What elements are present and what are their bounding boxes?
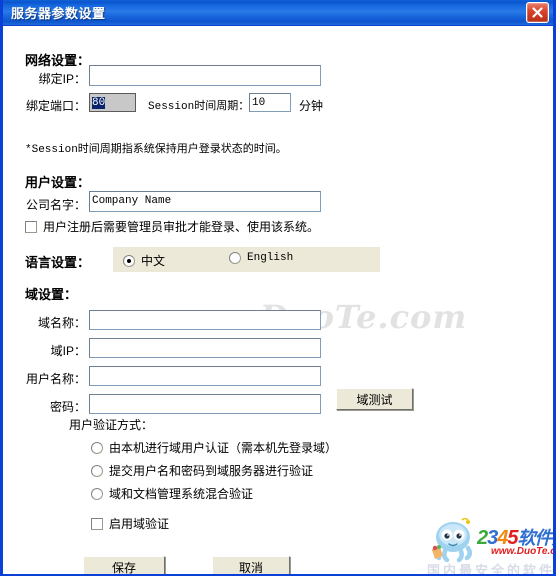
brand-cn-text: 软件大全 [517,528,554,548]
domain-ip-input[interactable] [89,338,321,358]
cancel-button[interactable]: 取消 [212,556,290,574]
auth-option-mixed-label: 域和文档管理系统混合验证 [109,487,254,501]
language-settings-heading: 语言设置： [25,255,91,270]
network-settings-heading: 网络设置： [25,53,91,68]
auth-method-heading: 用户验证方式： [69,418,154,432]
language-option-english[interactable]: English [229,252,293,264]
domain-ip-label: 域IP： [50,344,86,358]
auth-option-local-label: 由本机进行域用户认证（需本机先登录域） [109,441,338,455]
brand-url-text: www.DuoTe.com [491,546,553,557]
close-button[interactable] [526,2,549,23]
language-option-english-label: English [247,252,294,264]
auth-option-server-label: 提交用户名和密码到域服务器进行验证 [109,464,314,478]
bind-ip-label: 绑定IP： [38,72,86,86]
domain-username-label: 用户名称： [25,372,86,386]
bind-port-label: 绑定端口： [25,99,86,113]
language-option-chinese[interactable]: 中文 [123,252,165,269]
domain-settings-heading: 域设置： [25,287,78,302]
auth-option-mixed[interactable]: 域和文档管理系统混合验证 [91,485,253,502]
brand-digit-2: 2 [477,527,488,549]
language-option-chinese-label: 中文 [141,254,166,268]
window-title: 服务器参数设置 [11,6,106,21]
session-period-input[interactable]: 10 [249,93,291,112]
session-period-label: Session时间周期： [148,101,250,113]
company-name-input[interactable]: Company Name [89,191,321,212]
auth-option-local[interactable]: 由本机进行域用户认证（需本机先登录域） [91,439,337,456]
duote-logo-watermark: 2345软件大全 www.DuoTe.com 国内最安全的软件站 [427,517,554,574]
radio-icon [123,254,135,267]
domain-test-button[interactable]: 域测试 [336,388,413,410]
enable-domain-auth-label: 启用域验证 [109,517,170,531]
domain-password-label: 密码： [49,400,86,414]
auth-option-server[interactable]: 提交用户名和密码到域服务器进行验证 [91,462,313,479]
radio-icon [91,464,103,477]
enable-domain-auth-checkbox[interactable]: 启用域验证 [91,515,169,532]
dialog-body: www.DuoTe.com 网络设置： 绑定IP： 绑定端口： 80 Sessi… [3,26,553,574]
session-note: *Session时间周期指系统保持用户登录状态的时间。 [25,144,287,156]
domain-username-input[interactable] [89,366,321,386]
user-settings-heading: 用户设置： [25,175,91,190]
bind-port-selected-text: 80 [92,97,106,109]
checkbox-icon [91,517,103,530]
radio-icon [91,441,103,454]
bind-port-input[interactable]: 80 [89,93,136,112]
bind-ip-input[interactable] [89,65,321,86]
checkbox-icon [25,220,37,233]
domain-password-input[interactable] [89,394,321,414]
domain-name-input[interactable] [89,310,321,330]
brand-slogan-text: 国内最安全的软件站 [427,563,553,574]
domain-name-label: 域名称： [37,316,86,330]
require-approval-label: 用户注册后需要管理员审批才能登录、使用该系统。 [43,220,320,234]
require-approval-checkbox[interactable]: 用户注册后需要管理员审批才能登录、使用该系统。 [25,218,319,235]
company-name-label: 公司名字： [25,198,86,212]
radio-icon [229,252,241,264]
radio-icon [91,487,103,500]
server-settings-window: 服务器参数设置 www.DuoTe.com 网络设置： 绑定IP： 绑定端口： … [0,0,556,576]
session-unit-label: 分钟 [299,99,324,113]
title-bar: 服务器参数设置 [3,0,553,26]
save-button[interactable]: 保存 [83,556,165,574]
